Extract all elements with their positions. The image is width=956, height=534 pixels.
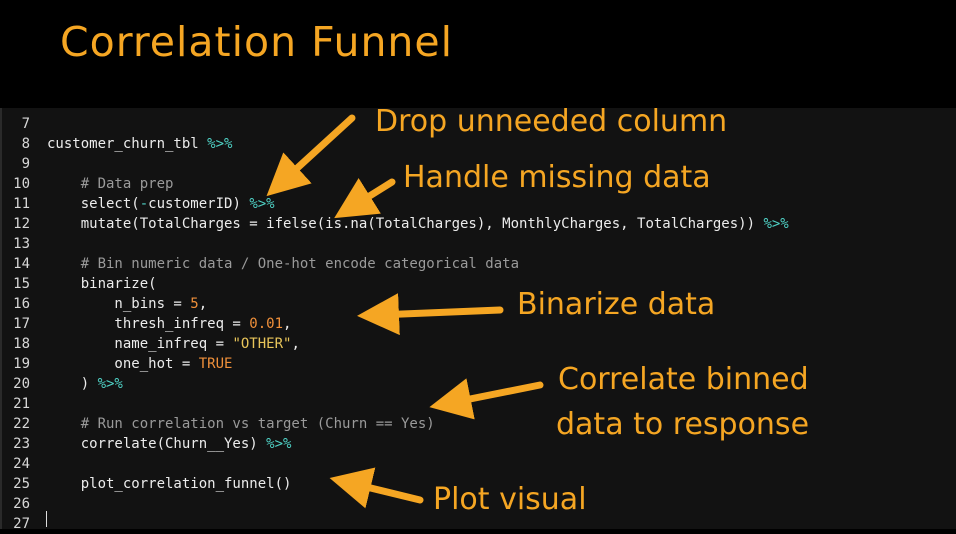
arrow-missing	[334, 178, 396, 219]
arrow-plot	[329, 467, 424, 509]
arrow-correlate	[429, 378, 544, 420]
annotation-arrows	[266, 114, 544, 509]
annotation-correlate-line2: data to response	[556, 407, 810, 442]
annotation-binarize: Binarize data	[517, 287, 716, 322]
annotation-plot: Plot visual	[433, 482, 587, 517]
annotation-correlate-line1: Correlate binned	[558, 362, 809, 397]
annotation-drop: Drop unneeded column	[375, 104, 728, 139]
arrow-binarize	[357, 293, 504, 336]
annotation-missing: Handle missing data	[403, 160, 711, 195]
arrow-drop	[266, 114, 356, 197]
